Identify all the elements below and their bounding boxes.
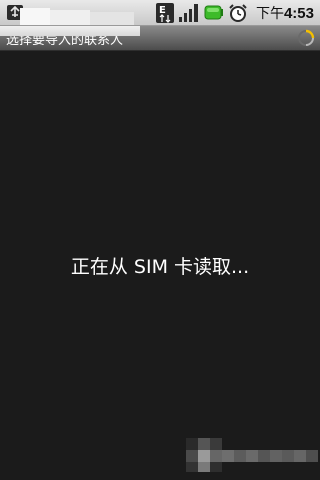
alarm-clock-icon — [229, 4, 247, 22]
signal-strength-icon — [178, 4, 198, 22]
notification-area — [20, 8, 50, 25]
title-overlay — [0, 26, 140, 36]
clock-time: 4:53 — [283, 5, 314, 22]
battery-charging-icon — [204, 5, 223, 20]
status-bar: E 下午4:53 — [0, 0, 320, 26]
network-edge-icon: E — [155, 3, 174, 23]
loading-spinner-icon — [298, 29, 315, 46]
notification-area — [50, 10, 90, 25]
loading-message: 正在从 SIM 卡读取... — [70, 256, 250, 278]
status-icons: E 下午4:53 — [155, 2, 314, 24]
svg-text:E: E — [159, 5, 166, 16]
clock-ampm: 下午 — [255, 5, 284, 21]
screen: E 下午4:53 选择要导入的联系人 正在从 SIM 卡读取... — [0, 0, 320, 480]
status-clock: 下午4:53 — [256, 3, 314, 23]
notification-area — [90, 12, 134, 25]
title-bar: 选择要导入的联系人 — [0, 26, 320, 51]
